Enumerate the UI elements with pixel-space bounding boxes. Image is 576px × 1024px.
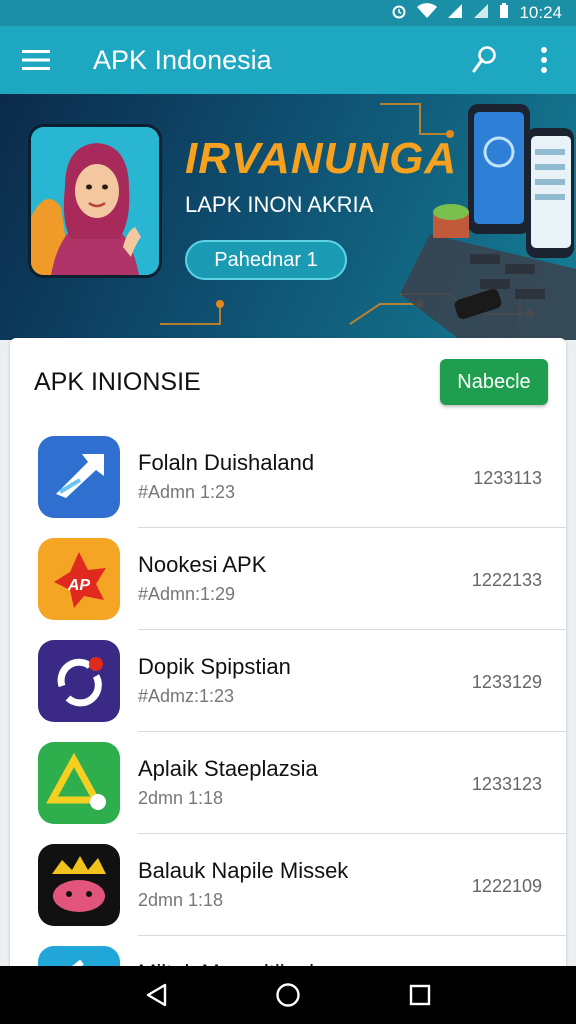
app-name: Balauk Napile Missek — [138, 858, 349, 883]
app-icon-sync — [38, 640, 120, 722]
avatar-illustration — [28, 124, 162, 278]
more-options-button[interactable] — [514, 26, 574, 94]
hamburger-menu-icon — [22, 50, 50, 70]
list-item[interactable]: Dopik Spipstian #Admz:1:23 1233129 — [10, 630, 566, 732]
section-title: APK INIONSIE — [34, 367, 201, 396]
menu-button[interactable] — [0, 26, 72, 94]
app-icon-arrow — [38, 436, 120, 518]
app-meta: #Admn 1:23 — [138, 482, 236, 502]
alarm-icon — [391, 3, 407, 24]
list-item[interactable]: Aplaik Staeplazsia 2dmn 1:18 1233123 — [10, 732, 566, 834]
svg-text:AP: AP — [67, 577, 91, 594]
home-button[interactable] — [263, 970, 313, 1020]
status-bar: 10:24 — [0, 0, 576, 26]
recents-button[interactable] — [395, 970, 445, 1020]
app-name: Nookesi APK — [138, 552, 267, 577]
app-count: 1233113 — [473, 468, 542, 488]
list-item[interactable]: Balauk Napile Missek 2dmn 1:18 1222109 — [10, 834, 566, 936]
app-meta: 2dmn 1:18 — [138, 788, 224, 808]
search-icon — [472, 46, 496, 73]
app-count: 1222133 — [471, 570, 542, 590]
app-count: 1233123 — [471, 774, 542, 794]
app-meta: #Admz:1:23 — [138, 686, 235, 706]
app-title: APK Indonesia — [93, 44, 272, 75]
battery-icon — [499, 2, 509, 24]
promo-banner[interactable]: IRVANUNGA LAPK INON AKRIA Pahednar 1 — [0, 94, 576, 340]
recents-icon — [409, 984, 431, 1006]
more-vert-icon — [541, 47, 547, 73]
banner-subtitle: LAPK INON AKRIA — [185, 192, 374, 217]
section-header: APK INIONSIE Nabecle — [10, 338, 566, 426]
search-button[interactable] — [454, 26, 514, 94]
app-name: Folaln Duishaland — [138, 450, 315, 475]
app-count: 1222109 — [471, 876, 542, 896]
system-nav-bar — [0, 966, 576, 1024]
banner-title: IRVANUNGA — [185, 134, 458, 183]
list-item[interactable]: AP Nookesi APK #Admn:1:29 1222133 — [10, 528, 566, 630]
signal-icon-2 — [473, 3, 489, 24]
app-icon-triangle — [38, 742, 120, 824]
app-bar: APK Indonesia — [0, 26, 576, 94]
status-time: 10:24 — [519, 3, 562, 22]
list-item[interactable]: Folaln Duishaland #Admn 1:23 1233113 — [10, 426, 566, 528]
app-icon-character — [38, 844, 120, 926]
wifi-icon — [417, 2, 438, 24]
back-icon — [146, 983, 167, 1007]
home-icon — [276, 983, 300, 1007]
signal-icon — [447, 3, 463, 24]
banner-button[interactable]: Pahednar 1 — [185, 240, 347, 280]
app-meta: #Admn:1:29 — [138, 584, 236, 604]
app-meta: 2dmn 1:18 — [138, 890, 224, 910]
app-list-card: APK INIONSIE Nabecle Folaln Duishaland #… — [10, 338, 566, 978]
app-name: Aplaik Staeplazsia — [138, 756, 318, 781]
app-icon-apk-star: AP — [38, 538, 120, 620]
back-button[interactable] — [131, 970, 181, 1020]
app-name: Dopik Spipstian — [138, 654, 291, 679]
section-action-button[interactable]: Nabecle — [440, 359, 548, 405]
app-count: 1233129 — [471, 672, 542, 692]
